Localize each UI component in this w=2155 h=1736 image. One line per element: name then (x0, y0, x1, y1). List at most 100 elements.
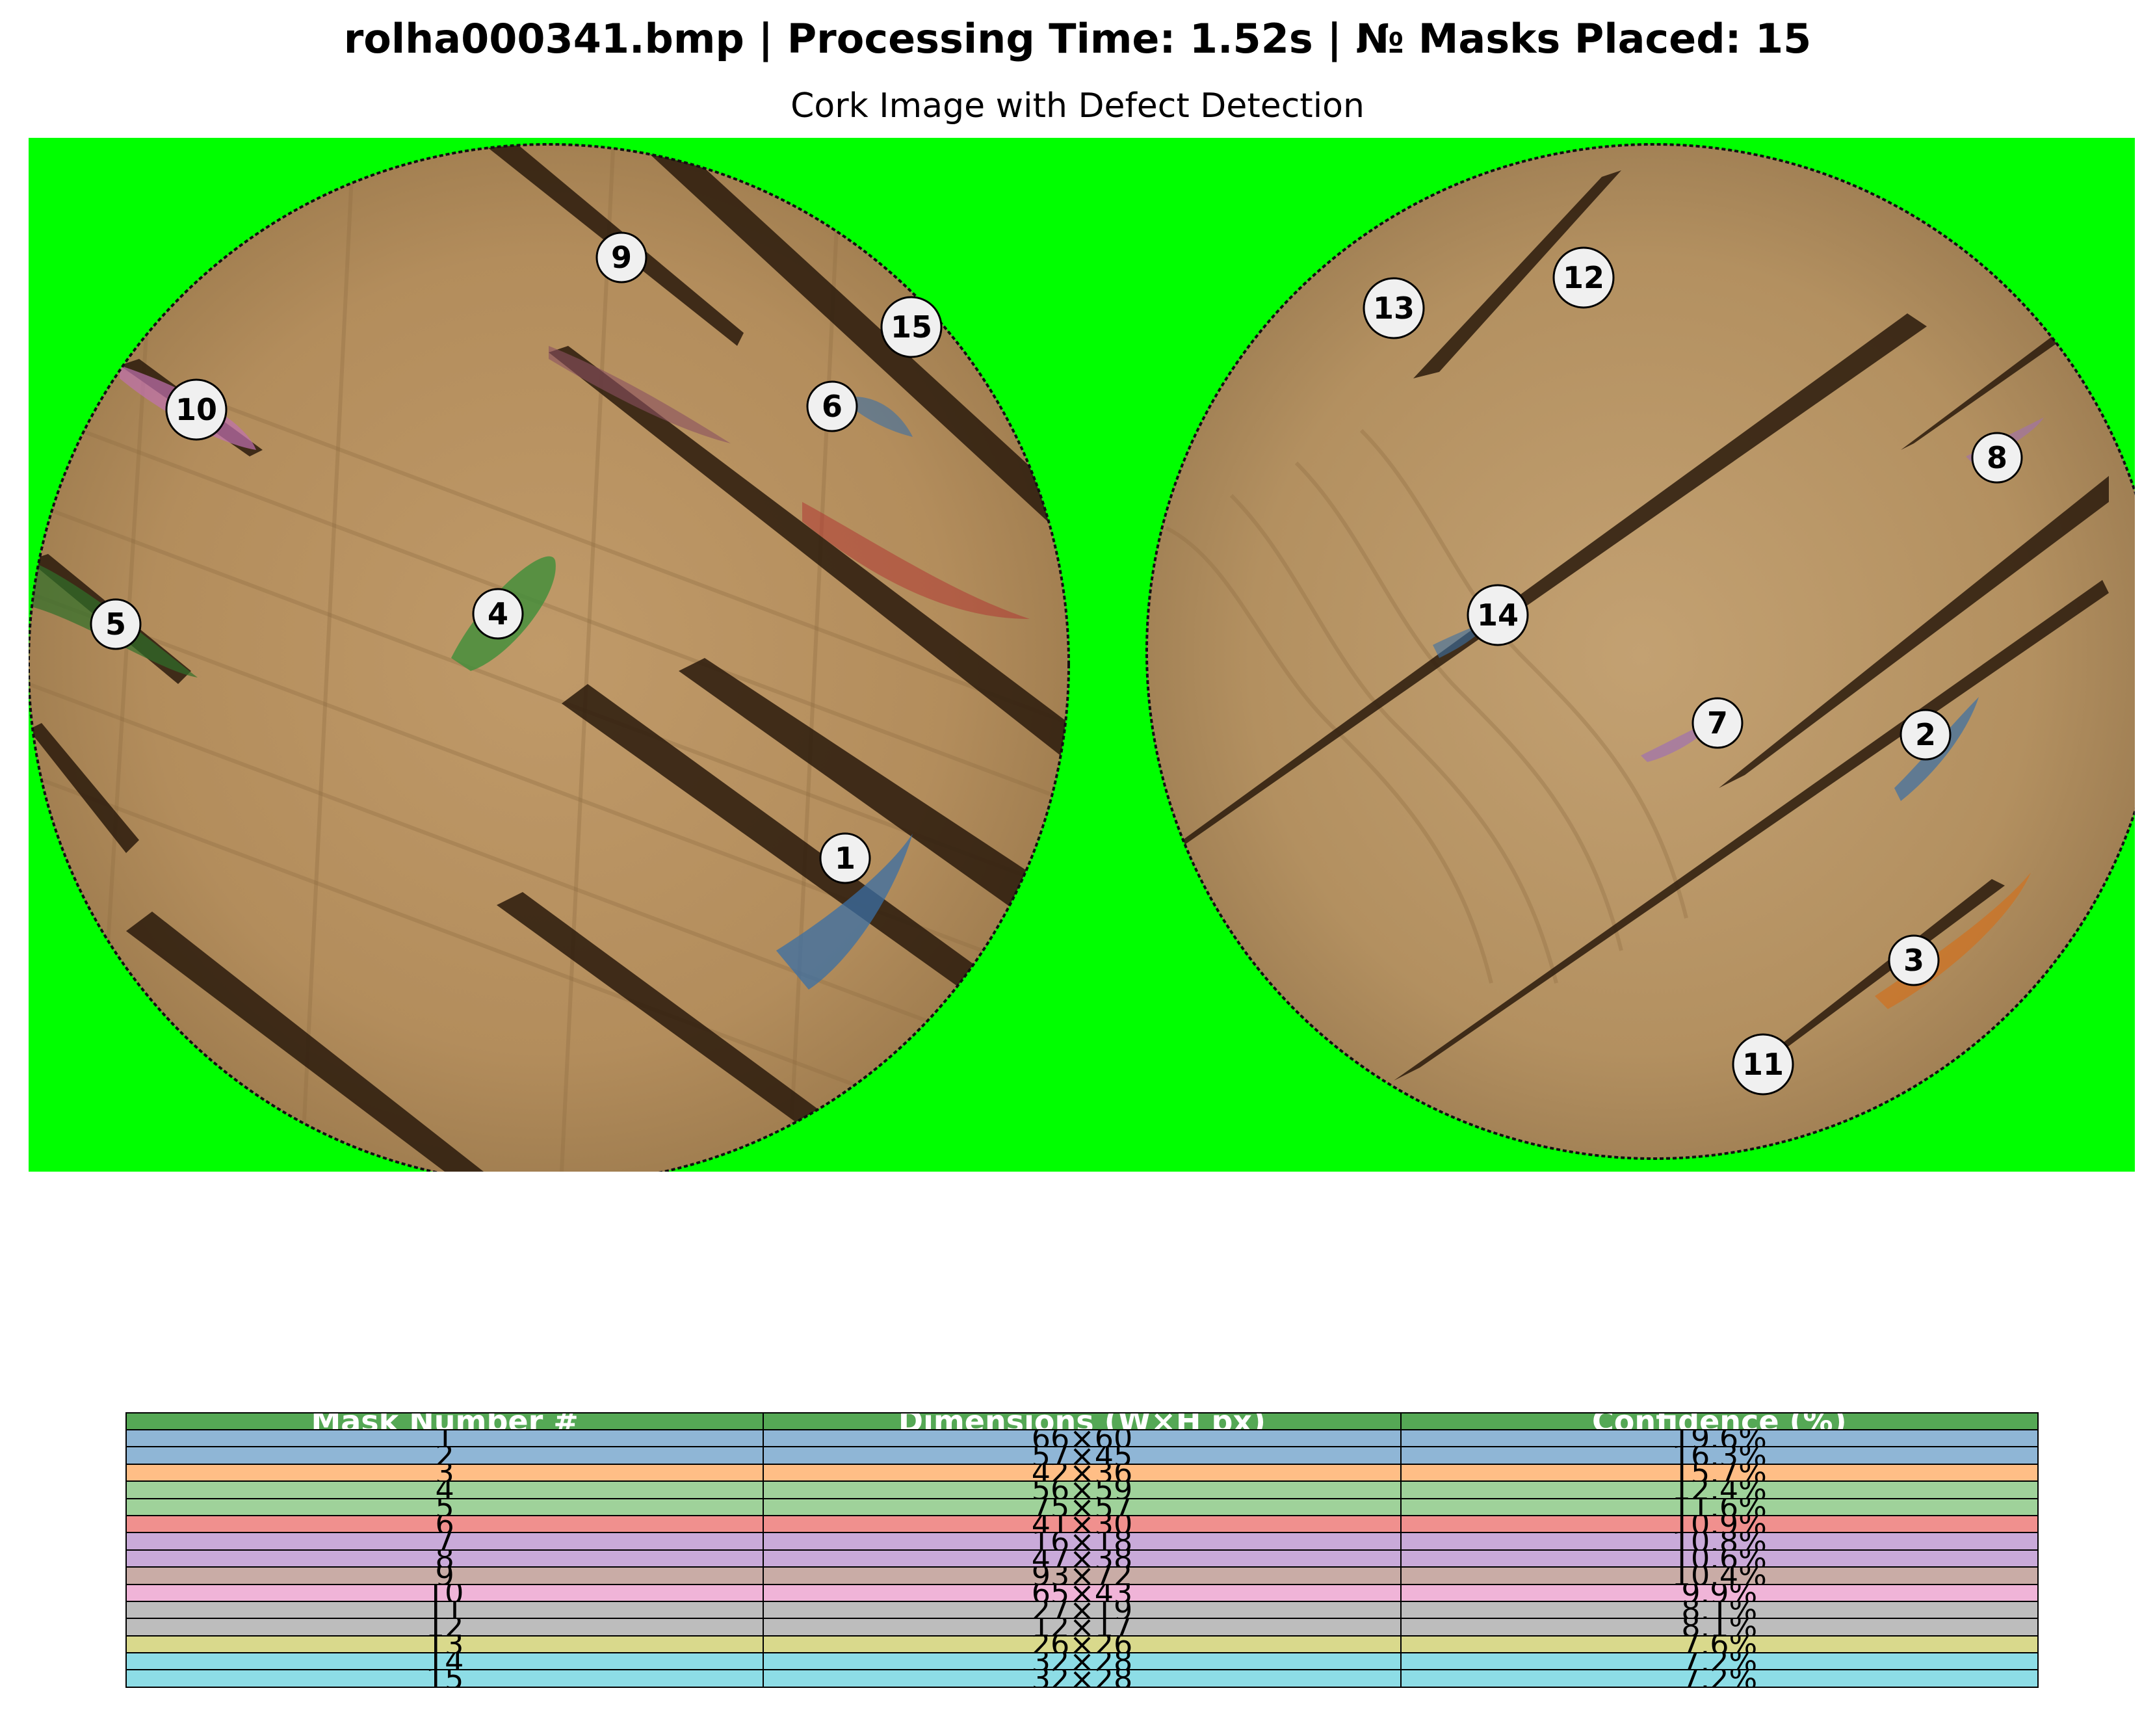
cell-dims: 56×59 (763, 1480, 1402, 1499)
table-row: 456×5912.4% (125, 1480, 2039, 1499)
cell-mask: 5 (125, 1497, 764, 1516)
cell-dims: 41×30 (763, 1514, 1402, 1534)
cell-mask: 11 (125, 1600, 764, 1620)
column-header-confidence: Confidence (%) (1400, 1412, 2039, 1430)
table-row: 1326×267.6% (125, 1635, 2039, 1654)
mask-marker-2[interactable]: 2 (1900, 709, 1952, 761)
marker-label: 2 (1915, 717, 1936, 752)
marker-label: 4 (488, 596, 508, 631)
table-row: 166×6019.6% (125, 1428, 2039, 1448)
cell-dims: 57×45 (763, 1446, 1402, 1465)
cell-mask: 1 (125, 1428, 764, 1448)
column-header-mask-number: Mask Number # (125, 1412, 764, 1430)
cell-dims: 26×26 (763, 1635, 1402, 1654)
marker-label: 13 (1373, 291, 1415, 326)
cell-dims: 66×60 (763, 1428, 1402, 1448)
cell-conf: 7.2% (1400, 1669, 2039, 1688)
mask-marker-15[interactable]: 15 (880, 296, 943, 358)
cell-dims: 32×28 (763, 1669, 1402, 1688)
cell-mask: 3 (125, 1463, 764, 1482)
cell-mask: 4 (125, 1480, 764, 1499)
marker-label: 1 (835, 841, 855, 876)
mask-marker-5[interactable]: 5 (90, 598, 142, 650)
table-row: 1432×287.2% (125, 1652, 2039, 1671)
table-row: 1212×178.1% (125, 1618, 2039, 1637)
mask-marker-6[interactable]: 6 (806, 380, 858, 432)
cell-mask: 13 (125, 1635, 764, 1654)
marker-label: 5 (105, 607, 126, 642)
marker-label: 7 (1707, 705, 1728, 741)
cell-mask: 15 (125, 1669, 764, 1688)
cell-conf: 12.4% (1400, 1480, 2039, 1499)
cell-mask: 14 (125, 1652, 764, 1671)
marker-label: 3 (1903, 943, 1924, 978)
cell-dims: 12×17 (763, 1618, 1402, 1637)
table-row: 847×3810.6% (125, 1549, 2039, 1568)
mask-table: Mask Number # Dimensions (W×H px) Confid… (125, 1412, 2039, 1688)
mask-marker-14[interactable]: 14 (1467, 584, 1529, 646)
cell-conf: 10.6% (1400, 1549, 2039, 1568)
cell-conf: 15.7% (1400, 1463, 2039, 1482)
cork-image-panel: 1 2 3 4 5 6 7 8 9 10 11 12 13 14 15 (29, 138, 2135, 1172)
cell-mask: 6 (125, 1514, 764, 1534)
marker-label: 8 (1987, 440, 2007, 475)
cell-conf: 10.4% (1400, 1566, 2039, 1585)
mask-marker-12[interactable]: 12 (1552, 246, 1615, 309)
cell-mask: 8 (125, 1549, 764, 1568)
figure-suptitle: rolha000341.bmp | Processing Time: 1.52s… (343, 15, 1812, 62)
cell-conf: 7.6% (1400, 1635, 2039, 1654)
cell-mask: 7 (125, 1532, 764, 1551)
mask-table-header-row: Mask Number # Dimensions (W×H px) Confid… (125, 1412, 2039, 1430)
marker-label: 6 (822, 389, 842, 424)
table-row: 1532×287.2% (125, 1669, 2039, 1688)
cell-conf: 10.8% (1400, 1532, 2039, 1551)
table-row: 1065×439.9% (125, 1583, 2039, 1602)
cell-conf: 10.9% (1400, 1514, 2039, 1534)
cell-dims: 75×57 (763, 1497, 1402, 1516)
mask-marker-9[interactable]: 9 (595, 231, 647, 283)
cork-image-svg: 1 2 3 4 5 6 7 8 9 10 11 12 13 14 15 (29, 138, 2135, 1172)
marker-label: 12 (1563, 260, 1604, 295)
cell-mask: 2 (125, 1446, 764, 1465)
mask-marker-10[interactable]: 10 (165, 378, 228, 441)
mask-marker-8[interactable]: 8 (1971, 432, 2023, 484)
table-row: 993×7210.4% (125, 1566, 2039, 1585)
marker-label: 14 (1477, 598, 1519, 633)
cell-conf: 7.2% (1400, 1652, 2039, 1671)
cell-dims: 93×72 (763, 1566, 1402, 1585)
mask-marker-11[interactable]: 11 (1732, 1033, 1794, 1096)
mask-marker-7[interactable]: 7 (1691, 697, 1744, 749)
table-row: 641×3010.9% (125, 1514, 2039, 1534)
table-row: 716×1810.8% (125, 1532, 2039, 1551)
image-title: Cork Image with Defect Detection (790, 86, 1365, 125)
marker-label: 11 (1742, 1047, 1784, 1082)
cell-dims: 32×28 (763, 1652, 1402, 1671)
cell-dims: 16×18 (763, 1532, 1402, 1551)
cell-conf: 19.6% (1400, 1428, 2039, 1448)
table-row: 1127×198.1% (125, 1600, 2039, 1620)
cell-conf: 9.9% (1400, 1583, 2039, 1602)
mask-marker-1[interactable]: 1 (819, 832, 871, 884)
mask-table-body: 166×6019.6% 257×4516.3% 342×3615.7% 456×… (125, 1428, 2039, 1688)
cell-dims: 42×36 (763, 1463, 1402, 1482)
cell-conf: 8.1% (1400, 1618, 2039, 1637)
cell-dims: 65×43 (763, 1583, 1402, 1602)
marker-label: 15 (891, 309, 932, 345)
mask-marker-4[interactable]: 4 (472, 588, 524, 640)
marker-label: 10 (176, 392, 217, 427)
table-row: 575×5711.6% (125, 1497, 2039, 1516)
cell-dims: 47×38 (763, 1549, 1402, 1568)
mask-marker-3[interactable]: 3 (1888, 934, 1940, 986)
cell-dims: 27×19 (763, 1600, 1402, 1620)
cell-conf: 11.6% (1400, 1497, 2039, 1516)
column-header-dimensions: Dimensions (W×H px) (763, 1412, 1402, 1430)
cell-mask: 12 (125, 1618, 764, 1637)
cell-mask: 10 (125, 1583, 764, 1602)
table-row: 257×4516.3% (125, 1446, 2039, 1465)
mask-marker-13[interactable]: 13 (1363, 277, 1425, 339)
cell-mask: 9 (125, 1566, 764, 1585)
table-row: 342×3615.7% (125, 1463, 2039, 1482)
cell-conf: 16.3% (1400, 1446, 2039, 1465)
cell-conf: 8.1% (1400, 1600, 2039, 1620)
marker-label: 9 (611, 240, 632, 275)
